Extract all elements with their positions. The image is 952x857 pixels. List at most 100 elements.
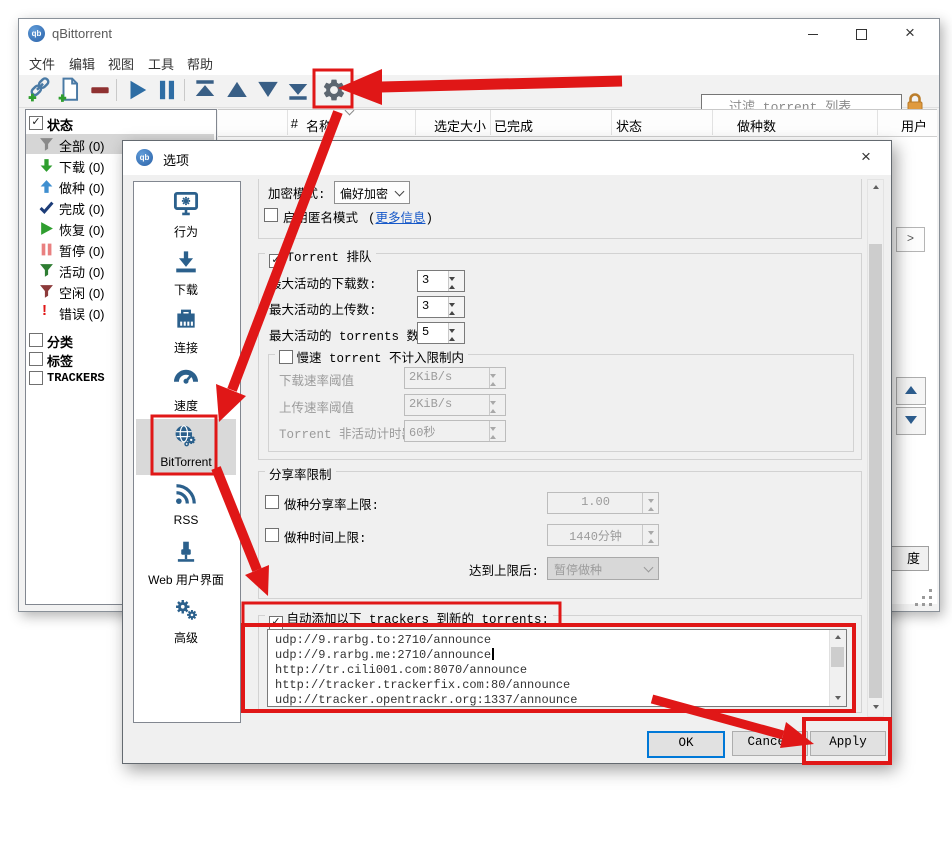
col-number[interactable]: # (278, 116, 298, 131)
delete-button[interactable] (87, 77, 113, 103)
col-status[interactable]: 状态 (616, 116, 642, 135)
top-priority-button[interactable] (192, 77, 218, 103)
spin-down-button[interactable] (490, 431, 505, 441)
bottom-priority-button[interactable] (285, 77, 311, 103)
status-checkbox[interactable]: ✓ (29, 116, 43, 130)
column-separator[interactable] (877, 110, 878, 135)
nav-connection[interactable]: 连接 (136, 303, 236, 359)
filter-label: 错误 (0) (59, 304, 105, 323)
anonymous-mode-checkbox[interactable] (264, 208, 278, 222)
autotrackers-checkbox[interactable]: ✓ (269, 616, 283, 630)
scroll-down-button[interactable] (896, 407, 926, 435)
options-button[interactable] (321, 77, 347, 103)
resize-grip[interactable] (913, 587, 935, 609)
queueing-group: ✓ Torrent 排队 最大活动的下载数: 3 最大活动的上传数: 3 最大活… (258, 253, 862, 460)
move-up-button[interactable] (224, 77, 250, 103)
pause-icon (39, 242, 54, 257)
scrollbar-up-button[interactable] (830, 630, 846, 645)
nav-label: BitTorrent (136, 455, 236, 469)
minimize-icon (808, 34, 818, 35)
minimize-button[interactable] (798, 23, 828, 45)
spin-down-button[interactable] (643, 535, 658, 545)
spin-down-button[interactable] (643, 503, 658, 513)
add-torrent-link-button[interactable] (27, 77, 53, 103)
ul-threshold-spinner[interactable]: 2KiB/s (404, 394, 506, 416)
limit-action-select[interactable]: 暂停做种 (547, 557, 659, 580)
col-name[interactable]: 名称 (306, 116, 332, 135)
textarea-scrollbar[interactable] (829, 630, 846, 706)
column-separator[interactable] (712, 110, 713, 135)
column-separator[interactable] (415, 110, 416, 135)
ratio-limit-checkbox[interactable] (265, 495, 279, 509)
nav-behavior[interactable]: 行为 (136, 187, 236, 243)
ratio-limit-spinner[interactable]: 1.00 (547, 492, 659, 514)
more-info: (更多信息) (368, 207, 433, 226)
scrollbar-up-button[interactable] (868, 180, 883, 196)
triangle-down-icon (905, 416, 917, 424)
resume-button[interactable] (124, 77, 150, 103)
menu-edit[interactable]: 编辑 (69, 54, 95, 73)
column-separator[interactable] (490, 110, 491, 135)
scrollbar-thumb[interactable] (869, 244, 882, 698)
scrollbar-down-button[interactable] (830, 691, 846, 706)
max-downloads-label: 最大活动的下载数: (269, 273, 377, 292)
more-info-link[interactable]: 更多信息 (376, 212, 426, 226)
slow-title-label: 慢速 torrent 不计入限制内 (296, 352, 464, 366)
slow-torrents-checkbox[interactable] (279, 350, 293, 364)
spin-down-button[interactable] (490, 378, 505, 388)
tags-checkbox[interactable] (29, 352, 43, 366)
spin-down-button[interactable] (490, 405, 505, 415)
column-separator[interactable] (287, 110, 288, 135)
nav-webui[interactable]: Web 用户界面 (136, 535, 236, 591)
spin-down-button[interactable] (449, 333, 464, 343)
ok-button[interactable]: OK (647, 731, 725, 758)
max-uploads-spinner[interactable]: 3 (417, 296, 465, 318)
funnel-icon (39, 284, 54, 299)
col-selected-size[interactable]: 选定大小 (418, 116, 486, 135)
apply-button[interactable]: Apply (810, 731, 886, 756)
max-downloads-spinner[interactable]: 3 (417, 270, 465, 292)
scroll-up-button[interactable] (896, 377, 926, 405)
nav-bittorrent[interactable]: BitTorrent (136, 419, 236, 475)
encryption-value: 偏好加密 (340, 185, 388, 202)
spin-down-button[interactable] (449, 307, 464, 317)
close-button[interactable]: × (895, 23, 925, 45)
trackers-textarea[interactable]: udp://9.rarbg.to:2710/announce udp://9.r… (267, 629, 847, 707)
ratio-limit-label: 做种分享率上限: (284, 494, 379, 513)
scrollbar-down-button[interactable] (868, 700, 883, 716)
inactivity-timer-spinner[interactable]: 60秒 (404, 420, 506, 442)
scrollbar-thumb[interactable] (831, 647, 844, 667)
column-separator[interactable] (611, 110, 612, 135)
menu-bar: 文件 编辑 视图 工具 帮助 (19, 49, 939, 75)
nav-rss[interactable]: RSS (136, 477, 236, 533)
col-done[interactable]: 已完成 (494, 116, 533, 135)
move-down-button[interactable] (255, 77, 281, 103)
expand-panel-button[interactable]: > (896, 227, 925, 252)
nav-speed[interactable]: 速度 (136, 361, 236, 417)
queueing-checkbox[interactable]: ✓ (269, 254, 283, 268)
status-header-label: 状态 (47, 115, 73, 134)
dl-threshold-spinner[interactable]: 2KiB/s (404, 367, 506, 389)
maximize-button[interactable] (846, 23, 876, 45)
menu-file[interactable]: 文件 (29, 54, 55, 73)
trackers-checkbox[interactable] (29, 371, 43, 385)
time-limit-spinner[interactable]: 1440分钟 (547, 524, 659, 546)
cancel-button[interactable]: Cancel (732, 731, 808, 756)
menu-help[interactable]: 帮助 (187, 54, 213, 73)
max-torrents-spinner[interactable]: 5 (417, 322, 465, 344)
pause-button[interactable] (154, 77, 180, 103)
menu-tools[interactable]: 工具 (148, 54, 174, 73)
dialog-scrollbar[interactable] (867, 179, 884, 717)
nav-advanced[interactable]: 高级 (136, 593, 236, 649)
encryption-mode-select[interactable]: 偏好加密 (334, 181, 410, 204)
menu-view[interactable]: 视图 (108, 54, 134, 73)
spin-down-button[interactable] (449, 281, 464, 291)
time-limit-checkbox[interactable] (265, 528, 279, 542)
add-torrent-file-button[interactable] (57, 77, 83, 103)
categories-checkbox[interactable] (29, 333, 43, 347)
dialog-close-button[interactable]: × (861, 147, 871, 167)
nav-downloads[interactable]: 下载 (136, 245, 236, 301)
col-user[interactable]: 用户 (863, 116, 927, 135)
status-filter-header[interactable]: ✓ 状态 (26, 113, 214, 133)
col-seeds[interactable]: 做种数 (737, 116, 776, 135)
